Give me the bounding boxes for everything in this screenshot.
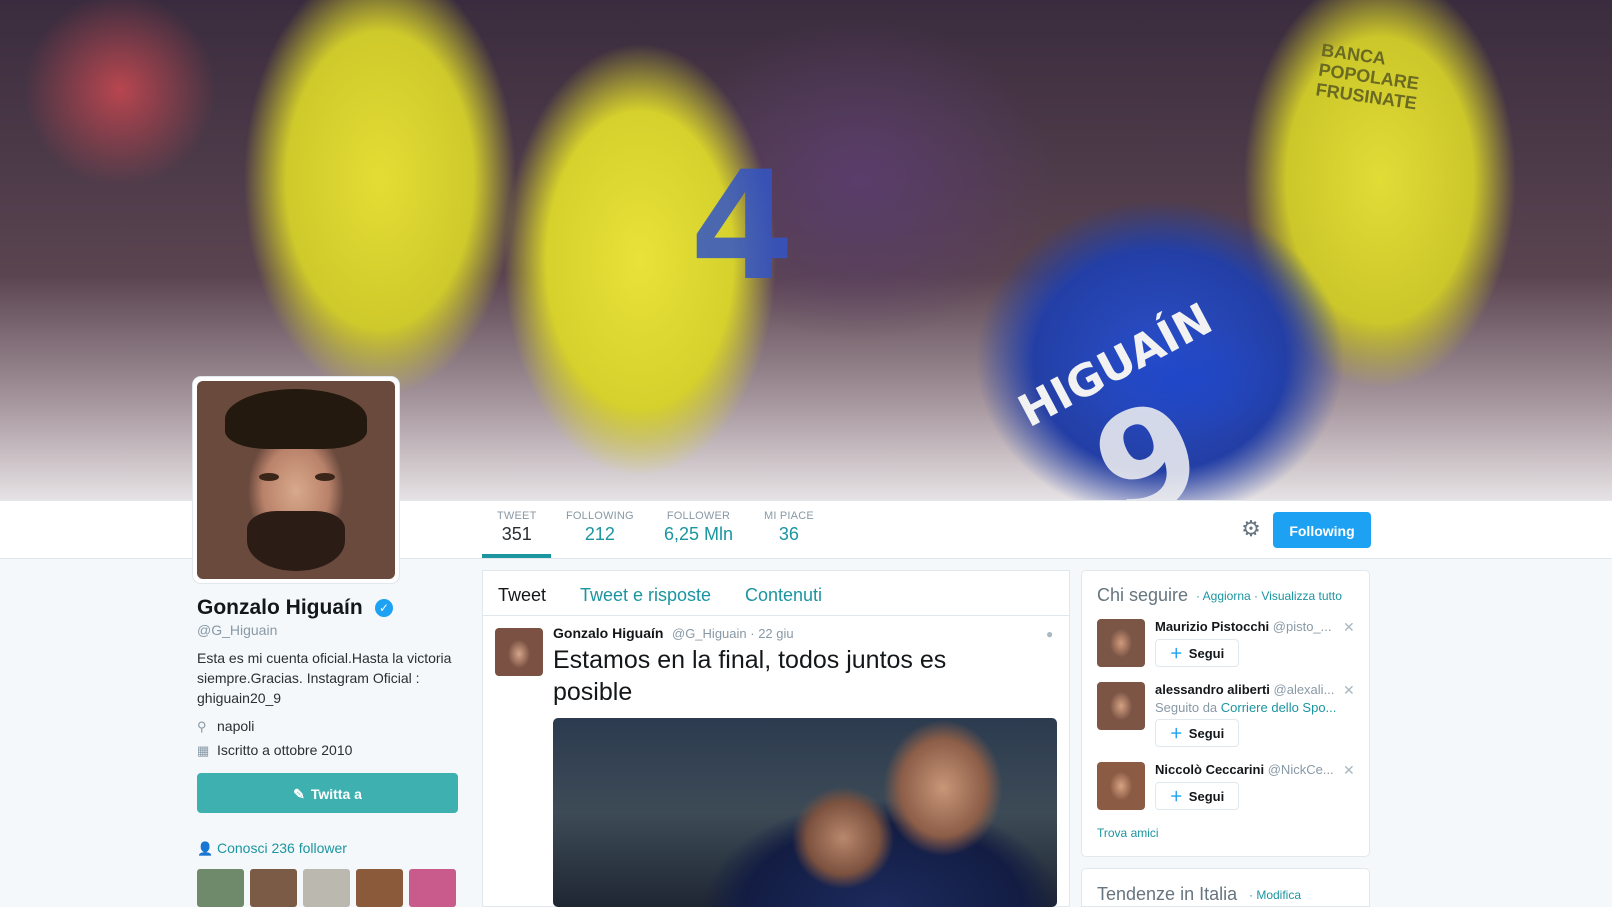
banner-sponsor: BANCA POPOLARE FRUSINATE: [1314, 39, 1421, 114]
dismiss-icon[interactable]: ✕: [1343, 762, 1355, 779]
dismiss-icon[interactable]: ✕: [1343, 682, 1355, 699]
tweet-time[interactable]: · 22 giu: [750, 626, 793, 641]
stat-value: 212: [584, 524, 615, 544]
profile-name[interactable]: Gonzalo Higuaín: [197, 596, 363, 620]
follow-button[interactable]: ＋ Segui: [1155, 782, 1239, 810]
trends-edit-link[interactable]: · Modifica: [1249, 888, 1301, 902]
find-friends-link[interactable]: Trova amici: [1097, 826, 1159, 840]
verified-icon: ✓: [375, 599, 393, 617]
avatar-eye: [259, 473, 279, 481]
profile-avatar[interactable]: [193, 377, 399, 583]
stat-value: 36: [778, 524, 799, 544]
suggested-user-handle: @pisto_...: [1272, 619, 1332, 634]
suggested-user-name[interactable]: Niccolò Ceccarini @NickCe...: [1155, 762, 1334, 777]
suggested-user-avatar[interactable]: [1097, 682, 1145, 730]
tweet-meta: @G_Higuain · 22 giu: [672, 626, 794, 641]
add-user-icon: ＋: [1169, 789, 1183, 804]
avatar-image: [197, 381, 395, 579]
trends-title: Tendenze in Italia: [1097, 884, 1238, 904]
add-user-icon: ＋: [1169, 646, 1183, 661]
compose-icon: ✎: [293, 786, 305, 802]
stat-label: FOLLOWING: [566, 510, 634, 522]
person-icon: 👤: [197, 841, 214, 856]
suggested-user-handle: @alexali...: [1273, 682, 1335, 697]
follower-thumb[interactable]: [197, 869, 244, 907]
followed-by-link[interactable]: Corriere dello Spo...: [1221, 700, 1337, 715]
follow-button[interactable]: ＋ Segui: [1155, 639, 1239, 667]
tab-media[interactable]: Contenuti: [745, 585, 822, 606]
stat-tweets[interactable]: TWEET 351: [497, 510, 537, 545]
suggested-user-name[interactable]: Maurizio Pistocchi @pisto_...: [1155, 619, 1332, 634]
tab-tweets-replies[interactable]: Tweet e risposte: [580, 585, 711, 606]
tweet-photo[interactable]: [553, 718, 1057, 907]
who-to-follow-links: · Aggiorna · Visualizza tutto: [1196, 589, 1342, 603]
location-pin-icon: ⚲: [197, 719, 207, 734]
follow-button-label: Segui: [1188, 789, 1225, 804]
avatar-hair: [225, 389, 367, 449]
refresh-link[interactable]: · Aggiorna: [1196, 589, 1251, 603]
suggested-user-handle: @NickCe...: [1267, 762, 1334, 777]
profile-join-date: ▦ Iscritto a ottobre 2010: [197, 742, 352, 759]
followers-you-know-label: Conosci 236 follower: [217, 840, 347, 856]
followed-by-text: Seguito da Corriere dello Spo...: [1155, 700, 1336, 715]
follower-thumb[interactable]: [409, 869, 456, 907]
suggested-user-fullname: alessandro aliberti: [1155, 682, 1270, 697]
tweet-to-button[interactable]: ✎ Twitta a: [197, 773, 458, 813]
stat-label: MI PIACE: [764, 510, 814, 522]
tweet-author-name[interactable]: Gonzalo Higuaín: [553, 625, 663, 641]
calendar-icon: ▦: [197, 743, 210, 758]
tweet-text: Estamos en la final, todos juntos es pos…: [553, 646, 947, 706]
stat-followers[interactable]: FOLLOWER 6,25 Mln: [664, 510, 733, 545]
stat-following[interactable]: FOLLOWING 212: [566, 510, 634, 545]
active-stat-indicator: [482, 554, 551, 558]
profile-handle[interactable]: @G_Higuain: [197, 622, 277, 638]
follow-button[interactable]: ＋ Segui: [1155, 719, 1239, 747]
tweet-author-avatar[interactable]: [495, 628, 543, 676]
follow-button-label: Segui: [1188, 726, 1225, 741]
location-text: napoli: [217, 718, 255, 734]
stat-value: 351: [501, 524, 532, 544]
follower-thumb[interactable]: [250, 869, 297, 907]
tweet-to-label: Twitta a: [310, 786, 362, 802]
follow-button-label: Segui: [1188, 646, 1225, 661]
follower-thumb[interactable]: [303, 869, 350, 907]
follower-thumb[interactable]: [356, 869, 403, 907]
profile-bio: Esta es mi cuenta oficial.Hasta la victo…: [197, 650, 452, 706]
gear-icon[interactable]: ⚙: [1240, 518, 1262, 540]
stat-label: TWEET: [497, 510, 537, 522]
suggested-user-fullname: Maurizio Pistocchi: [1155, 619, 1270, 634]
tweet-author-handle[interactable]: @G_Higuain: [672, 626, 747, 641]
profile-location: ⚲ napoli: [197, 718, 254, 735]
suggested-user-avatar[interactable]: [1097, 762, 1145, 810]
followed-by-prefix: Seguito da: [1155, 700, 1221, 715]
add-user-icon: ＋: [1169, 726, 1183, 741]
suggested-user-name[interactable]: alessandro aliberti @alexali...: [1155, 682, 1334, 697]
stat-likes[interactable]: MI PIACE 36: [764, 510, 814, 545]
who-to-follow-title: Chi seguire: [1097, 585, 1189, 605]
stat-label: FOLLOWER: [666, 510, 731, 522]
avatar-eye: [315, 473, 335, 481]
globe-icon: ●: [1046, 627, 1054, 641]
following-button[interactable]: Following: [1273, 512, 1371, 548]
avatar-beard: [247, 511, 345, 571]
banner-opponent-number: 4: [690, 140, 795, 314]
tab-tweets[interactable]: Tweet: [498, 585, 546, 606]
suggested-user-fullname: Niccolò Ceccarini: [1155, 762, 1265, 777]
view-all-link[interactable]: · Visualizza tutto: [1254, 589, 1342, 603]
followers-you-know[interactable]: 👤 Conosci 236 follower: [197, 840, 347, 857]
stat-value: 6,25 Mln: [664, 524, 734, 544]
join-date-text: Iscritto a ottobre 2010: [217, 742, 353, 758]
dismiss-icon[interactable]: ✕: [1343, 619, 1355, 636]
suggested-user-avatar[interactable]: [1097, 619, 1145, 667]
